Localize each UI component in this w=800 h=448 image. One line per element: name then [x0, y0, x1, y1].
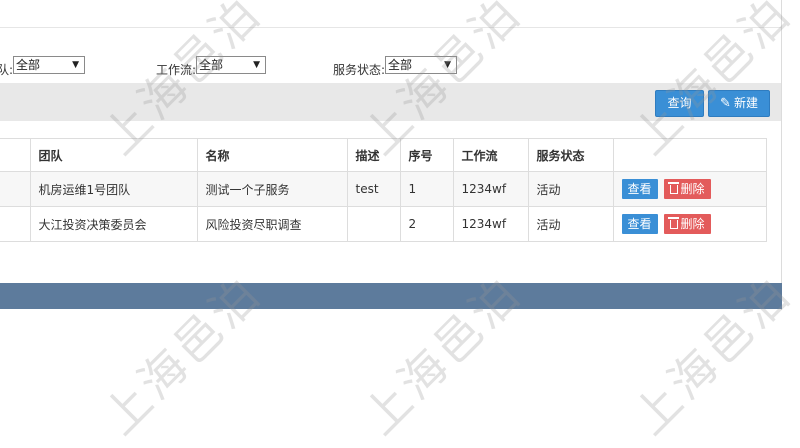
table-cell-name: 风险投资尽职调查 [196, 206, 348, 242]
service-status-select[interactable]: 全部 ▼ [385, 56, 458, 74]
table-cell-workflow: 1234wf [452, 206, 529, 242]
toolbar: 查询 ✎ 新建 [0, 83, 781, 121]
delete-button-label: 删除 [680, 182, 705, 196]
table-cell-sequence: 1 [399, 171, 454, 207]
view-button[interactable]: 查看 [621, 214, 658, 234]
table-cell-description [346, 206, 401, 242]
top-divider [0, 27, 781, 28]
chevron-down-icon: ▼ [444, 60, 452, 70]
new-button[interactable]: ✎ 新建 [708, 90, 770, 117]
column-header-service-status[interactable]: 服务状态 [527, 138, 614, 172]
column-header-name[interactable]: 名称 [196, 138, 348, 172]
workflow-select[interactable]: 全部 ▼ [196, 56, 267, 74]
column-header-workflow[interactable]: 工作流 [452, 138, 529, 172]
chevron-down-icon: ▼ [253, 60, 261, 70]
table-cell-actions: 查看 删除 [612, 206, 767, 242]
trash-icon [667, 217, 679, 229]
chevron-down-icon: ▼ [72, 60, 80, 70]
workflow-filter-label: 工作流: [156, 63, 197, 77]
table-row: 机房运维1号团队 测试一个子服务 test 1 1234wf 活动 查看 删除 [0, 171, 767, 207]
team-select[interactable]: 全部 ▼ [13, 56, 86, 74]
team-filter-label: 队: [0, 63, 14, 77]
table-header-row: 团队 名称 描述 序号 工作流 服务状态 [0, 138, 767, 172]
column-header-team[interactable]: 团队 [29, 138, 198, 172]
column-header-checkbox [0, 138, 31, 172]
query-button-label: 查询 [667, 96, 692, 110]
table-cell-sequence: 2 [399, 206, 454, 242]
column-header-sequence[interactable]: 序号 [399, 138, 454, 172]
table-cell-workflow: 1234wf [452, 171, 529, 207]
table-cell-team: 机房运维1号团队 [29, 171, 198, 207]
table-cell-name: 测试一个子服务 [196, 171, 348, 207]
service-status-filter: 服务状态: 全部 ▼ [333, 56, 458, 78]
workflow-select-value: 全部 [199, 58, 224, 72]
trash-icon [667, 182, 679, 194]
delete-button-label: 删除 [680, 217, 705, 231]
table-cell-description: test [346, 171, 401, 207]
table-cell-lead [0, 206, 31, 242]
table-cell-team: 大江投资决策委员会 [29, 206, 198, 242]
footer-bar [0, 283, 782, 309]
query-button[interactable]: 查询 [655, 90, 704, 117]
new-button-label: 新建 [733, 96, 758, 110]
table-cell-status: 活动 [527, 206, 614, 242]
table-row: 大江投资决策委员会 风险投资尽职调查 2 1234wf 活动 查看 删除 [0, 206, 767, 242]
table-cell-lead [0, 171, 31, 207]
table-cell-status: 活动 [527, 171, 614, 207]
service-status-select-value: 全部 [388, 58, 413, 72]
workflow-filter: 工作流: 全部 ▼ [156, 56, 267, 78]
delete-button[interactable]: 删除 [663, 179, 711, 199]
team-select-value: 全部 [16, 58, 41, 72]
delete-button[interactable]: 删除 [663, 214, 711, 234]
column-header-description[interactable]: 描述 [346, 138, 401, 172]
team-filter: 队: 全部 ▼ [0, 56, 86, 78]
service-status-filter-label: 服务状态: [333, 63, 386, 77]
table-cell-actions: 查看 删除 [612, 171, 767, 207]
column-header-actions [612, 138, 767, 172]
panel-right-border [781, 0, 782, 310]
view-button[interactable]: 查看 [621, 179, 658, 199]
pencil-icon: ✎ [720, 96, 731, 111]
service-table: 团队 名称 描述 序号 工作流 服务状态 机房运维1号团队 测试一个子服务 te… [0, 138, 767, 242]
